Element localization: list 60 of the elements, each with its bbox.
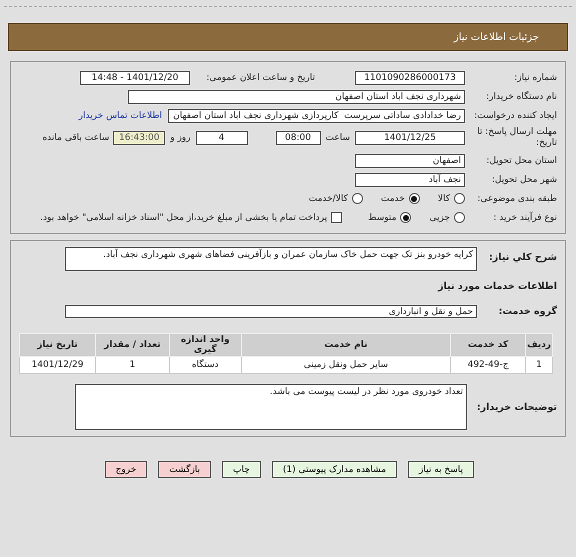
field-label: مهلت ارسال پاسخ: تا تاریخ: — [476, 127, 557, 149]
service-group-field[interactable]: حمل و نقل و انبارداری — [65, 305, 477, 318]
deadline-time-field[interactable]: 08:00 — [276, 131, 320, 145]
need-number-field[interactable]: 1101090286000173 — [355, 70, 465, 84]
radio-label: کالا/خدمت — [308, 194, 348, 204]
field-label: نوع فرآیند خرید : — [492, 212, 557, 222]
radio-button[interactable] — [352, 193, 363, 204]
checkbox-label: پرداخت تمام یا بخشی از مبلغ خرید،از محل "اسناد خزانه اسلامی" خواهد بود. — [40, 212, 328, 222]
field-label: توضیحات خریدار: — [476, 402, 557, 412]
province-field[interactable]: اصفهان — [355, 154, 465, 168]
field-label: استان محل تحویل: — [485, 156, 557, 166]
description-field[interactable]: کرایه خودرو بنز تک جهت حمل خاک سازمان عمران و بازآفرینی فضاهای شهری شهرداری نجف آباد. — [65, 247, 477, 271]
field-label: طبقه بندی موضوعی: — [476, 194, 557, 204]
column-header: کد خدمت — [450, 334, 526, 356]
column-header: نام خدمت — [241, 334, 451, 356]
deadline-date-field[interactable]: 1401/12/25 — [355, 131, 465, 145]
field-label: تاریخ و ساعت اعلان عمومی: — [205, 72, 315, 82]
radio-label: کالا — [438, 194, 450, 204]
days-label: روز و — [170, 133, 190, 143]
action-button[interactable]: بازگشت — [158, 461, 212, 478]
buyer-org-field[interactable]: شهرداری نجف اباد استان اصفهان — [128, 90, 465, 104]
column-header: تاریخ نیاز — [20, 334, 96, 356]
time-label: ساعت — [326, 133, 350, 143]
table-cell: 1 — [96, 356, 170, 374]
column-header: ردیف — [526, 334, 552, 356]
city-field[interactable]: نجف آباد — [355, 172, 465, 186]
column-header: تعداد / مقدار — [96, 334, 170, 356]
field-label: شرح کلي نياز: — [488, 252, 557, 263]
table-cell: 1401/12/29 — [20, 356, 96, 374]
remaining-label: ساعت باقی مانده — [42, 133, 110, 143]
radio-button[interactable] — [408, 193, 420, 204]
radio-button[interactable] — [454, 212, 465, 223]
section-title: اطلاعات خدمات مورد نیاز — [438, 281, 557, 292]
field-label: گروه خدمت: — [498, 306, 557, 317]
action-button[interactable]: پاسخ به نیاز — [408, 461, 474, 478]
radio-label: متوسط — [368, 212, 396, 222]
action-button[interactable]: خروج — [104, 461, 148, 478]
action-button[interactable]: مشاهده مدارک پیوستی (1) — [272, 461, 398, 478]
page-header: جزئیات اطلاعات نیاز — [8, 23, 568, 51]
table-cell: سایر حمل ونقل زمینی — [241, 356, 451, 374]
field-label: شهر محل تحویل: — [490, 174, 557, 184]
buyer-notes-field[interactable]: تعداد خودروی مورد نظر در لیست پیوست می باشد. — [75, 384, 467, 430]
announce-date-field[interactable]: 1401/12/20 - 14:48 — [80, 70, 190, 84]
table-cell: دستگاه — [169, 356, 242, 374]
action-button[interactable]: چاپ — [222, 461, 261, 478]
radio-button[interactable] — [400, 212, 412, 223]
remaining-time-field: 16:43:00 — [113, 131, 166, 145]
requester-field[interactable]: رضا خدادادی ساداتی سرپرست کارپردازی شهرداری نجف اباد استان اصفهان — [168, 108, 465, 122]
field-label: شماره نیاز: — [513, 72, 557, 82]
days-field[interactable]: 4 — [196, 131, 248, 145]
field-label: نام دستگاه خریدار: — [485, 92, 557, 102]
column-header: واحد اندازه گیری — [169, 334, 242, 356]
table-cell: 1 — [526, 356, 552, 374]
contact-link[interactable]: اطلاعات تماس خریدار — [78, 110, 162, 120]
checkbox[interactable] — [331, 212, 342, 223]
radio-label: خدمت — [380, 194, 405, 204]
radio-label: جزیی — [429, 212, 450, 222]
field-label: ایجاد کننده درخواست: — [473, 110, 557, 120]
table-cell: ج-49-492 — [450, 356, 526, 374]
radio-button[interactable] — [454, 193, 465, 204]
